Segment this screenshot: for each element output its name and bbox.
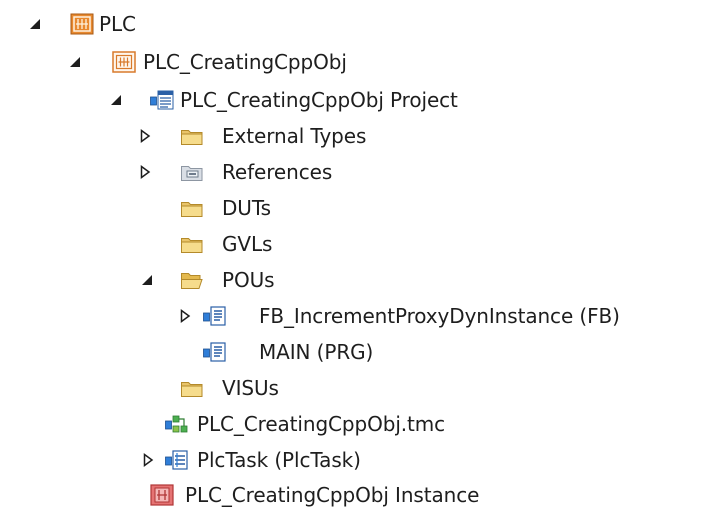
tree-item-fb-increment[interactable]: FB_IncrementProxyDynInstance (FB) (0, 299, 706, 333)
tree-item-tmc[interactable]: PLC_CreatingCppObj.tmc (0, 407, 706, 441)
tmc-file-icon (165, 413, 189, 435)
program-icon (203, 341, 227, 363)
collapsed-arrow-icon[interactable] (137, 164, 153, 180)
tree-item-label: MAIN (PRG) (259, 340, 374, 364)
tree-item-external-types[interactable]: External Types (0, 119, 706, 153)
plc-project-icon (112, 51, 136, 73)
tree-item-label: PLC_CreatingCppObj Project (180, 88, 458, 112)
tree-item-plctask[interactable]: PlcTask (PlcTask) (0, 443, 706, 477)
tree-item-main[interactable]: MAIN (PRG) (0, 335, 706, 369)
tree-item-label: PLC_CreatingCppObj.tmc (197, 412, 446, 436)
expanded-arrow-icon[interactable] (28, 16, 44, 32)
tree-item-label: VISUs (222, 376, 279, 400)
expanded-arrow-icon[interactable] (140, 272, 156, 288)
tree-item-gvls[interactable]: GVLs (0, 227, 706, 261)
tree-item-plc-project-root[interactable]: PLC_CreatingCppObj (0, 45, 706, 79)
tree-item-label: FB_IncrementProxyDynInstance (FB) (259, 304, 620, 328)
tree-item-plc[interactable]: PLC (0, 7, 706, 41)
collapsed-arrow-icon[interactable] (137, 128, 153, 144)
expanded-arrow-icon[interactable] (109, 92, 125, 108)
references-icon (180, 161, 204, 183)
folder-icon (180, 377, 204, 399)
tree-item-project[interactable]: PLC_CreatingCppObj Project (0, 83, 706, 117)
tree-item-label: PLC_CreatingCppObj (143, 50, 347, 74)
tree-item-label: POUs (222, 268, 275, 292)
tree-item-pous[interactable]: POUs (0, 263, 706, 297)
expanded-arrow-icon[interactable] (68, 54, 84, 70)
tree-item-label: DUTs (222, 196, 271, 220)
tree-item-label: GVLs (222, 232, 273, 256)
tree-item-visus[interactable]: VISUs (0, 371, 706, 405)
tree-item-instance[interactable]: PLC_CreatingCppObj Instance (0, 478, 706, 512)
function-block-icon (203, 305, 227, 327)
tree-item-references[interactable]: References (0, 155, 706, 189)
collapsed-arrow-icon[interactable] (177, 308, 193, 324)
plc-icon (70, 13, 94, 35)
task-icon (165, 449, 189, 471)
folder-open-icon (180, 269, 204, 291)
tree-item-label: PLC (99, 12, 136, 36)
tree-item-label: External Types (222, 124, 367, 148)
project-icon (150, 89, 174, 111)
folder-icon (180, 125, 204, 147)
instance-icon (150, 484, 174, 506)
folder-icon (180, 197, 204, 219)
collapsed-arrow-icon[interactable] (140, 452, 156, 468)
folder-icon (180, 233, 204, 255)
tree-item-label: PlcTask (PlcTask) (197, 448, 361, 472)
tree-item-label: PLC_CreatingCppObj Instance (185, 483, 480, 507)
solution-tree: PLC PLC_CreatingCppObj PLC_CreatingCppOb… (0, 0, 706, 508)
tree-item-label: References (222, 160, 333, 184)
tree-item-duts[interactable]: DUTs (0, 191, 706, 225)
